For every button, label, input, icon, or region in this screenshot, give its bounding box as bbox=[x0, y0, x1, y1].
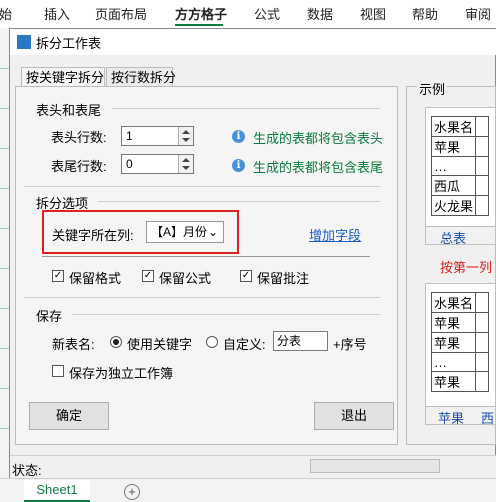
footer-rows-spinner[interactable] bbox=[178, 155, 193, 173]
keep-formula-label: 保留公式 bbox=[159, 271, 212, 286]
add-field-link[interactable]: 增加字段 bbox=[309, 225, 361, 244]
header-info-text: 生成的表都将包含表头 bbox=[253, 131, 384, 146]
standalone-workbook-label: 保存为独立工作簿 bbox=[69, 366, 174, 381]
header-rows-input[interactable]: 1 bbox=[121, 126, 194, 146]
new-name-label: 新表名: bbox=[52, 337, 95, 352]
tab-split-by-keyword[interactable]: 按关键字拆分 bbox=[21, 67, 105, 88]
footer-rows-value: 0 bbox=[126, 157, 133, 171]
example-sheet-tabs-1: 总表 bbox=[426, 226, 495, 245]
keep-formula-checkbox[interactable]: ✓ bbox=[142, 270, 154, 282]
tab-fangfang[interactable]: 方方格子 bbox=[175, 4, 227, 23]
chevron-down-icon: ⌄ bbox=[207, 225, 218, 239]
standalone-workbook-checkbox[interactable] bbox=[52, 365, 64, 377]
status-label: 状态: bbox=[12, 463, 42, 478]
group-divider bbox=[24, 186, 380, 187]
app-icon bbox=[17, 35, 31, 49]
example-sheet-tab: 西 bbox=[481, 411, 495, 425]
keyword-column-select[interactable]: 【A】月份 ⌄ bbox=[146, 221, 224, 243]
table-cell: … bbox=[430, 156, 477, 176]
tab-split-by-rows[interactable]: 按行数拆分 bbox=[106, 67, 176, 87]
table-cell: 西瓜 bbox=[430, 175, 477, 196]
tab-help[interactable]: 帮助 bbox=[412, 4, 438, 23]
suffix-label: +序号 bbox=[333, 337, 367, 352]
tab-review[interactable]: 审阅 bbox=[465, 4, 491, 23]
table-cell: 苹果 bbox=[430, 332, 477, 353]
tab-formulas[interactable]: 公式 bbox=[254, 4, 280, 23]
group-divider bbox=[72, 314, 380, 315]
keep-format-checkbox[interactable]: ✓ bbox=[52, 270, 64, 282]
example-caption: 按第一列 bbox=[440, 260, 493, 275]
table-cell: 苹果 bbox=[430, 136, 477, 157]
table-cell: 苹果 bbox=[430, 371, 477, 392]
active-tab-indicator bbox=[175, 24, 223, 26]
header-rows-spinner[interactable] bbox=[178, 127, 193, 145]
keep-comment-label: 保留批注 bbox=[257, 271, 310, 286]
keep-format-label: 保留格式 bbox=[69, 271, 122, 286]
tab-data[interactable]: 数据 bbox=[307, 4, 333, 23]
example-sheet-tab: 苹果 bbox=[438, 411, 465, 425]
info-icon: i bbox=[232, 159, 245, 172]
group-divider bbox=[24, 297, 380, 298]
sheet-tab-sheet1[interactable]: Sheet1 bbox=[24, 480, 90, 502]
group-divider bbox=[98, 201, 380, 202]
use-keyword-radio[interactable] bbox=[110, 336, 122, 348]
tab-start[interactable]: 始 bbox=[0, 4, 12, 23]
tab-view[interactable]: 视图 bbox=[360, 4, 386, 23]
exit-button[interactable]: 退出 bbox=[314, 402, 394, 430]
keyword-column-value: 【A】月份 bbox=[151, 225, 208, 239]
ok-button[interactable]: 确定 bbox=[29, 402, 109, 430]
custom-name-label: 自定义: bbox=[223, 337, 266, 352]
header-rows-value: 1 bbox=[126, 129, 133, 143]
ribbon-tabs: 始 插入 页面布局 方方格子 公式 数据 视图 帮助 审阅 bbox=[0, 0, 496, 28]
tab-page-layout[interactable]: 页面布局 bbox=[95, 4, 147, 23]
dialog-title: 拆分工作表 bbox=[36, 36, 102, 51]
footer-rows-label: 表尾行数: bbox=[51, 159, 107, 174]
footer-info-text: 生成的表都将包含表尾 bbox=[253, 160, 384, 175]
table-cell: 水果名 bbox=[430, 116, 477, 137]
example-table-2: 水果名 苹果 苹果 … 苹果 bbox=[430, 292, 490, 392]
table-cell: 苹果 bbox=[430, 312, 477, 333]
group-title-header-footer: 表头和表尾 bbox=[36, 103, 102, 118]
example-sheet-1: 水果名 苹果 … 西瓜 火龙果 总表 bbox=[425, 107, 496, 245]
keyword-column-label: 关键字所在列: bbox=[52, 228, 134, 243]
header-rows-label: 表头行数: bbox=[51, 130, 107, 145]
example-title: 示例 bbox=[417, 79, 448, 98]
use-keyword-label: 使用关键字 bbox=[127, 337, 193, 352]
example-sheet-tab: 总表 bbox=[440, 231, 467, 245]
table-cell: 火龙果 bbox=[430, 195, 477, 216]
example-table-1: 水果名 苹果 … 西瓜 火龙果 bbox=[430, 116, 490, 216]
example-sheet-tabs-2: 苹果 西 bbox=[426, 406, 495, 425]
info-icon: i bbox=[232, 130, 245, 143]
keep-comment-checkbox[interactable]: ✓ bbox=[240, 270, 252, 282]
custom-name-radio[interactable] bbox=[206, 336, 218, 348]
progress-bar bbox=[310, 459, 440, 473]
table-cell: 水果名 bbox=[430, 292, 477, 313]
group-divider bbox=[112, 108, 380, 109]
tab-insert[interactable]: 插入 bbox=[44, 4, 70, 23]
custom-name-value: 分表 bbox=[277, 334, 302, 348]
add-sheet-button[interactable]: + bbox=[124, 484, 140, 500]
custom-name-input[interactable]: 分表 bbox=[273, 331, 328, 351]
group-title-save: 保存 bbox=[36, 309, 63, 324]
table-cell: … bbox=[430, 352, 477, 372]
footer-rows-input[interactable]: 0 bbox=[121, 154, 194, 174]
group-divider bbox=[42, 256, 370, 257]
example-sheet-2: 水果名 苹果 苹果 … 苹果 苹果 西 bbox=[425, 283, 496, 425]
